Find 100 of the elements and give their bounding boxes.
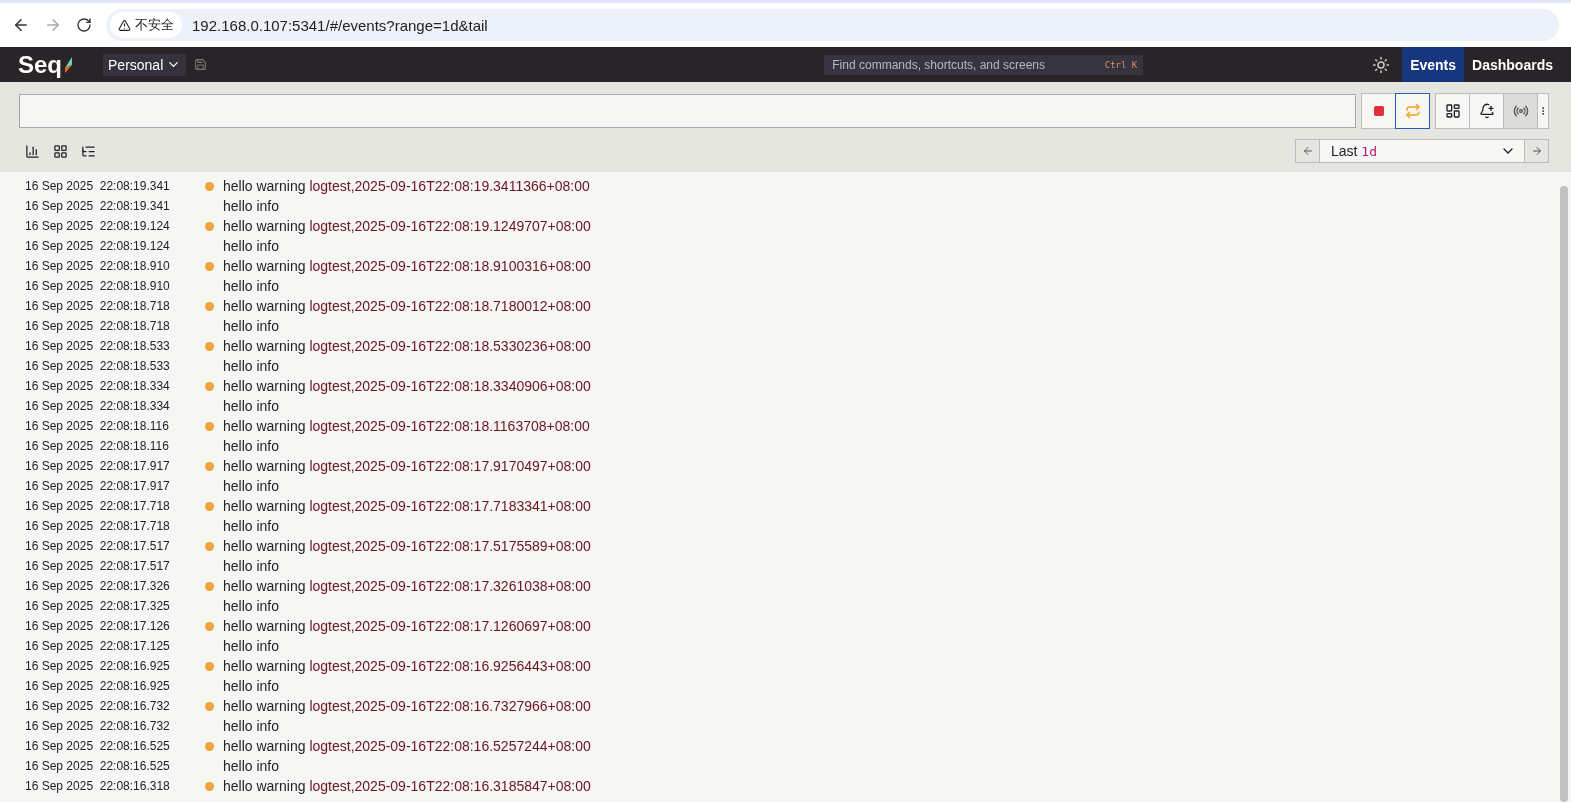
right-arrow-icon (1530, 145, 1543, 157)
shortcut-hint: Ctrl K (1104, 59, 1138, 70)
query-field[interactable] (19, 94, 1356, 128)
event-timestamp: 16 Sep 2025 22:08:17.718 (24, 519, 171, 533)
event-timestamp: 16 Sep 2025 22:08:16.525 (24, 759, 171, 773)
event-timestamp: 16 Sep 2025 22:08:16.525 (24, 739, 171, 753)
event-message[interactable]: hello warning logtest,2025-09-16T22:08:18.7180012+08:00 (223, 298, 591, 314)
left-arrow-icon (1301, 145, 1314, 157)
event-message[interactable]: hello info (223, 358, 280, 374)
event-timestamp: 16 Sep 2025 22:08:18.910 (24, 279, 171, 293)
event-message[interactable]: hello info (223, 278, 280, 294)
nav-tab[interactable]: Dashboards (1464, 47, 1561, 82)
level-dot (205, 341, 214, 351)
event-message[interactable]: hello warning logtest,2025-09-16T22:08:16.7327966+08:00 (223, 698, 591, 714)
event-timestamp: 16 Sep 2025 22:08:18.910 (24, 259, 171, 273)
event-timestamp: 16 Sep 2025 22:08:17.718 (24, 499, 171, 513)
event-message[interactable]: hello warning logtest,2025-09-16T22:08:18.5330236+08:00 (223, 338, 591, 354)
range-select[interactable]: Last 1d (1320, 139, 1524, 163)
event-timestamp: 16 Sep 2025 22:08:17.517 (24, 559, 171, 573)
event-timestamp: 16 Sep 2025 22:08:18.533 (24, 339, 171, 353)
grid-view-icon[interactable] (53, 143, 68, 159)
event-timestamp: 16 Sep 2025 22:08:17.125 (24, 639, 171, 653)
level-dot (205, 181, 214, 191)
dashboard-icon (1444, 103, 1461, 119)
event-timestamp: 16 Sep 2025 22:08:18.533 (24, 359, 171, 373)
tree-view-icon[interactable] (81, 143, 96, 159)
level-dot (205, 781, 214, 791)
back-icon[interactable] (12, 16, 30, 34)
event-message[interactable]: hello info (223, 518, 280, 534)
warning-icon (118, 18, 131, 32)
level-dot (205, 661, 214, 671)
event-message[interactable]: hello info (223, 558, 280, 574)
chart-view-icon[interactable] (25, 143, 40, 159)
add-alert-button[interactable] (1469, 93, 1504, 129)
signal-button[interactable] (1503, 93, 1538, 129)
event-message[interactable]: hello warning logtest,2025-09-16T22:08:17.1260697+08:00 (223, 618, 591, 634)
event-message[interactable]: hello warning logtest,2025-09-16T22:08:19.3411366+08:00 (223, 178, 590, 194)
stop-icon (1372, 105, 1385, 117)
event-timestamp: 16 Sep 2025 22:08:16.732 (24, 699, 171, 713)
event-message[interactable]: hello info (223, 198, 280, 214)
level-dot (205, 421, 214, 431)
loop-icon (1404, 103, 1421, 119)
event-timestamp: 16 Sep 2025 22:08:18.718 (24, 299, 171, 313)
event-timestamp: 16 Sep 2025 22:08:16.732 (24, 719, 171, 733)
address-bar[interactable]: 不安全 192.168.0.107:5341/#/events?range=1d&tail (106, 9, 1559, 41)
event-timestamp: 16 Sep 2025 22:08:17.917 (24, 459, 171, 473)
event-message[interactable]: hello info (223, 238, 280, 254)
event-timestamp: 16 Sep 2025 22:08:19.341 (24, 199, 171, 213)
level-dot (205, 301, 214, 311)
event-message[interactable]: hello warning logtest,2025-09-16T22:08:17.5175589+08:00 (223, 538, 591, 554)
signal-icon (1512, 103, 1529, 119)
logo-text: Seq (18, 50, 62, 79)
event-message[interactable]: hello info (223, 438, 280, 454)
reload-icon[interactable] (76, 17, 92, 33)
event-message[interactable]: hello info (223, 678, 280, 694)
event-message[interactable]: hello info (223, 478, 280, 494)
event-message[interactable]: hello info (223, 758, 280, 774)
event-timestamp: 16 Sep 2025 22:08:18.116 (24, 419, 170, 433)
event-timestamp: 16 Sep 2025 22:08:17.917 (24, 479, 171, 493)
event-message[interactable]: hello warning logtest,2025-09-16T22:08:18.9100316+08:00 (223, 258, 591, 274)
security-chip[interactable]: 不安全 (110, 12, 182, 38)
nav-tab[interactable]: Events (1402, 47, 1465, 82)
level-dot (205, 541, 214, 551)
event-message[interactable]: hello warning logtest,2025-09-16T22:08:16.9256443+08:00 (223, 658, 591, 674)
event-message[interactable]: hello info (223, 718, 280, 734)
event-message[interactable]: hello warning logtest,2025-09-16T22:08:16.3185847+08:00 (223, 778, 591, 794)
url-text: 192.168.0.107:5341/#/events?range=1d&tail (192, 16, 488, 34)
level-dot (205, 261, 214, 271)
event-timestamp: 16 Sep 2025 22:08:18.116 (24, 439, 170, 453)
event-message[interactable]: hello info (223, 398, 280, 414)
event-message[interactable]: hello warning logtest,2025-09-16T22:08:19.1249707+08:00 (223, 218, 591, 234)
event-timestamp: 16 Sep 2025 22:08:19.124 (24, 219, 171, 233)
more-button[interactable] (1537, 93, 1549, 129)
stop-button[interactable] (1361, 93, 1396, 129)
event-timestamp: 16 Sep 2025 22:08:17.326 (24, 579, 171, 593)
event-message[interactable]: hello warning logtest,2025-09-16T22:08:17.9170497+08:00 (223, 458, 591, 474)
event-message[interactable]: hello warning logtest,2025-09-16T22:08:17.3261038+08:00 (223, 578, 591, 594)
level-dot (205, 501, 214, 511)
event-message[interactable]: hello info (223, 318, 280, 334)
workspace-dropdown[interactable]: Personal (103, 53, 187, 76)
bell-plus-icon (1478, 103, 1495, 119)
event-message[interactable]: hello info (223, 638, 280, 654)
event-timestamp: 16 Sep 2025 22:08:17.325 (24, 599, 171, 613)
event-message[interactable]: hello warning logtest,2025-09-16T22:08:18.3340906+08:00 (223, 378, 591, 394)
event-timestamp: 16 Sep 2025 22:08:18.334 (24, 399, 171, 413)
event-message[interactable]: hello warning logtest,2025-09-16T22:08:16.5257244+08:00 (223, 738, 591, 754)
save-icon[interactable] (194, 58, 208, 71)
theme-icon[interactable] (1372, 55, 1391, 74)
event-timestamp: 16 Sep 2025 22:08:16.925 (24, 679, 171, 693)
event-message[interactable]: hello warning logtest,2025-09-16T22:08:17.7183341+08:00 (223, 498, 591, 514)
event-timestamp: 16 Sep 2025 22:08:17.126 (24, 619, 171, 633)
event-message[interactable]: hello info (223, 598, 280, 614)
level-dot (205, 621, 214, 631)
event-timestamp: 16 Sep 2025 22:08:19.341 (24, 179, 171, 193)
event-timestamp: 16 Sep 2025 22:08:17.517 (24, 539, 171, 553)
tail-button[interactable] (1395, 93, 1430, 129)
command-search-field[interactable]: Find commands, shortcuts, and screens Ctrl K (824, 54, 1144, 75)
level-dot (205, 701, 214, 711)
event-message[interactable]: hello warning logtest,2025-09-16T22:08:18.1163708+08:00 (223, 418, 590, 434)
add-dashboard-button[interactable] (1435, 93, 1470, 129)
